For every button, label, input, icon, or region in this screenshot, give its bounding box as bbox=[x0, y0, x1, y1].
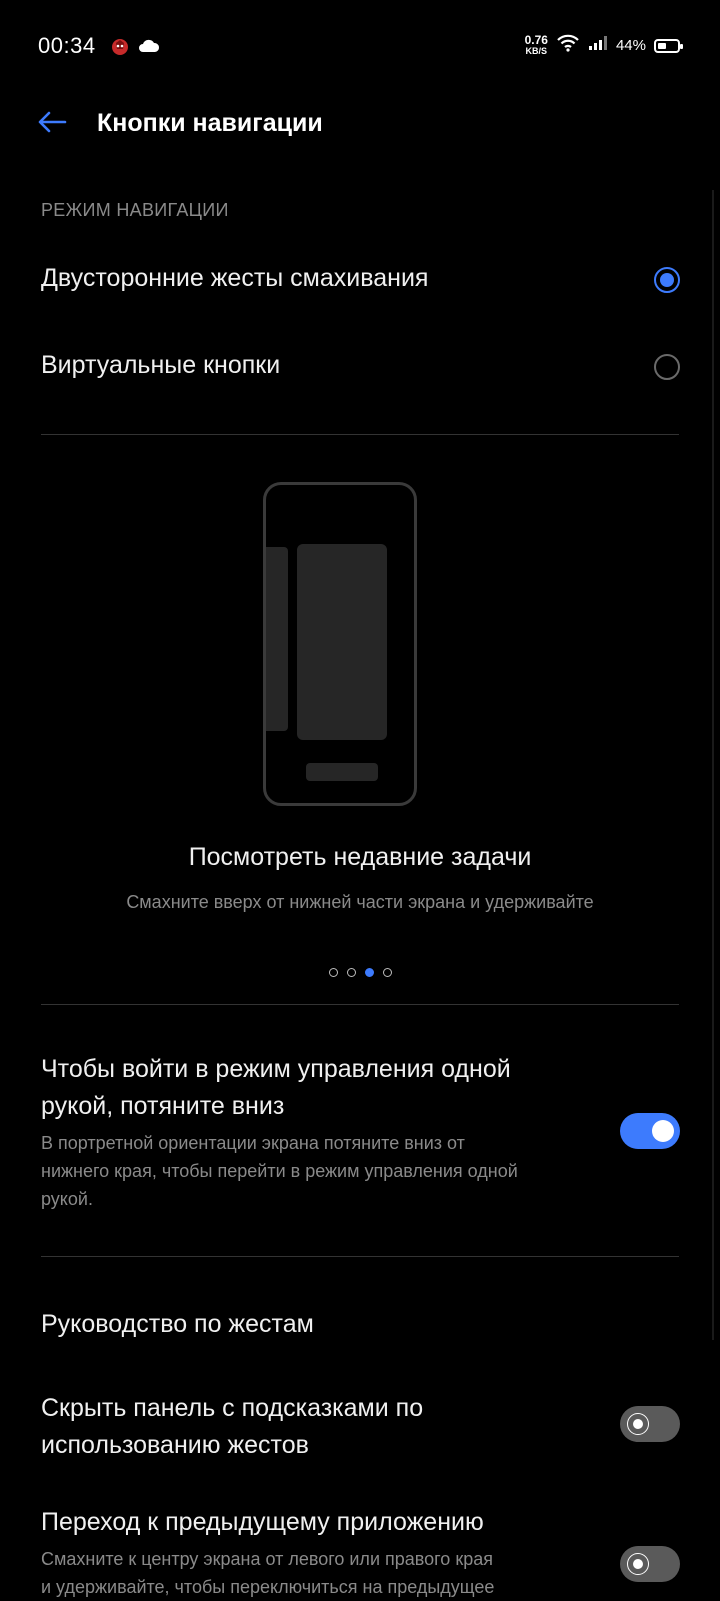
status-time: 00:34 bbox=[38, 33, 96, 58]
illustration-side-card bbox=[266, 547, 288, 731]
gesture-guide-item[interactable]: Руководство по жестам bbox=[41, 1306, 314, 1343]
divider bbox=[41, 1256, 679, 1257]
phone-illustration[interactable] bbox=[263, 482, 417, 806]
page-dot[interactable] bbox=[328, 968, 338, 977]
one-hand-desc-line-1: В портретной ориентации экрана потяните … bbox=[41, 1133, 465, 1153]
hide-hint-toggle[interactable] bbox=[620, 1406, 680, 1442]
radio-button-selected[interactable] bbox=[654, 267, 680, 293]
signal-icon bbox=[588, 35, 608, 56]
option-label: Виртуальные кнопки bbox=[41, 351, 281, 379]
one-hand-title-line-2: рукой, потяните вниз bbox=[41, 1092, 285, 1120]
status-notification-icons bbox=[110, 36, 160, 61]
divider bbox=[41, 1004, 679, 1005]
hide-hint-title-line-1: Скрыть панель с подсказками по bbox=[41, 1394, 424, 1422]
network-speed-unit: KB/S bbox=[525, 45, 548, 56]
previous-app-desc-line-1: Смахните к центру экрана от левого или п… bbox=[41, 1549, 493, 1569]
toggle-knob bbox=[627, 1413, 649, 1435]
previous-app-toggle[interactable] bbox=[620, 1546, 680, 1582]
one-hand-title-line-1: Чтобы войти в режим управления одной bbox=[41, 1055, 511, 1083]
hide-hint-title-line-2: использованию жестов bbox=[41, 1431, 309, 1459]
arrow-left-icon bbox=[37, 111, 67, 138]
option-two-way-gestures[interactable]: Двусторонние жесты смахивания bbox=[0, 242, 720, 318]
back-button[interactable] bbox=[30, 102, 74, 146]
radio-button-unselected[interactable] bbox=[654, 354, 680, 380]
page-dot-active[interactable] bbox=[364, 968, 374, 977]
network-speed: 0.76 KB/S bbox=[524, 32, 548, 57]
battery-fill bbox=[658, 42, 666, 49]
app-notification-icon bbox=[110, 36, 130, 61]
illustration-recent-card bbox=[297, 544, 387, 740]
divider bbox=[41, 434, 679, 435]
one-hand-desc-line-2: нижнего края, чтобы перейти в режим упра… bbox=[41, 1161, 518, 1181]
option-label: Двусторонние жесты смахивания bbox=[41, 264, 429, 292]
network-speed-value: 0.76 bbox=[524, 32, 548, 47]
wifi-icon bbox=[556, 34, 580, 57]
page-dot[interactable] bbox=[346, 968, 356, 977]
one-hand-desc-line-3: рукой. bbox=[41, 1189, 93, 1209]
page-dot[interactable] bbox=[382, 968, 392, 977]
option-virtual-buttons[interactable]: Виртуальные кнопки bbox=[0, 329, 720, 405]
battery-icon bbox=[654, 38, 683, 53]
previous-app-title: Переход к предыдущему приложению bbox=[41, 1508, 484, 1536]
battery-percent: 44% bbox=[615, 37, 646, 54]
app-bar: Кнопки навигации bbox=[0, 92, 720, 158]
status-bar: 00:34 0.76 KB/S 44% bbox=[0, 0, 720, 92]
carousel-title: Посмотреть недавние задачи bbox=[188, 843, 532, 871]
section-header-navigation-mode: РЕЖИМ НАВИГАЦИИ bbox=[41, 200, 229, 220]
carousel-description: Смахните вверх от нижней части экрана и … bbox=[126, 892, 594, 912]
illustration-gesture-bar bbox=[306, 763, 378, 781]
carousel-page-indicator[interactable] bbox=[0, 968, 720, 977]
page-title: Кнопки навигации bbox=[97, 109, 323, 137]
previous-app-desc-line-2: и удерживайте, чтобы переключиться на пр… bbox=[41, 1577, 495, 1597]
status-right-group: 0.76 KB/S 44% bbox=[524, 32, 683, 57]
one-hand-toggle[interactable] bbox=[620, 1113, 680, 1149]
cloud-icon bbox=[138, 38, 160, 59]
toggle-knob bbox=[627, 1553, 649, 1575]
